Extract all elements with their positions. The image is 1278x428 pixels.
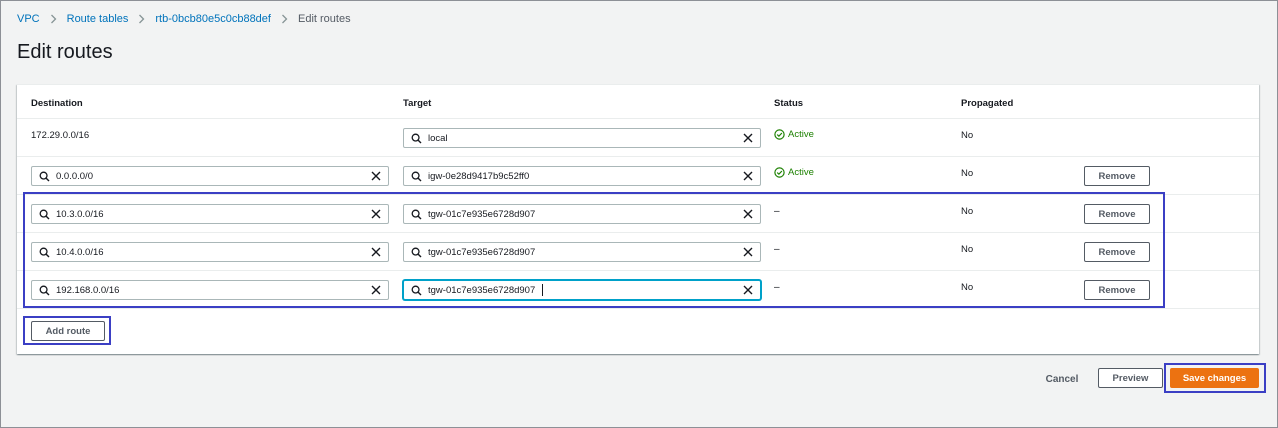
- add-route-button[interactable]: Add route: [31, 321, 105, 341]
- search-icon: [39, 171, 50, 182]
- target-input[interactable]: [422, 130, 743, 146]
- check-circle-icon: [774, 167, 785, 178]
- chevron-right-icon: [281, 14, 288, 24]
- target-field: [403, 242, 761, 262]
- destination-field: [31, 280, 389, 300]
- clear-icon[interactable]: [371, 171, 381, 181]
- chevron-right-icon: [50, 14, 57, 24]
- header-target: Target: [403, 98, 432, 109]
- clear-icon[interactable]: [743, 247, 753, 257]
- remove-button[interactable]: Remove: [1084, 166, 1150, 186]
- routes-panel: Destination Target Status Propagated 172…: [17, 84, 1259, 354]
- destination-field: [31, 166, 389, 186]
- target-field: [403, 280, 761, 300]
- search-icon: [411, 209, 422, 220]
- destination-input[interactable]: [50, 282, 371, 298]
- breadcrumb-vpc[interactable]: VPC: [17, 13, 40, 25]
- save-changes-button[interactable]: Save changes: [1170, 368, 1259, 388]
- text-cursor: [542, 284, 543, 296]
- target-field: [403, 204, 761, 224]
- propagated-text: No: [961, 244, 974, 255]
- destination-field: [31, 204, 389, 224]
- propagated-text: No: [961, 206, 974, 217]
- header-propagated: Propagated: [961, 98, 1014, 109]
- status-text: –: [774, 206, 780, 217]
- header-status: Status: [774, 98, 804, 109]
- route-row-tgw-3: – No Remove: [17, 270, 1259, 309]
- target-field: [403, 128, 761, 148]
- breadcrumb: VPC Route tables rtb-0bcb80e5c0cb88def E…: [17, 12, 351, 26]
- route-row-tgw-2: – No Remove: [17, 232, 1259, 271]
- target-field: [403, 166, 761, 186]
- clear-icon[interactable]: [371, 209, 381, 219]
- destination-input[interactable]: [50, 206, 371, 222]
- destination-field: [31, 242, 389, 262]
- propagated-text: No: [961, 130, 974, 141]
- search-icon: [39, 285, 50, 296]
- target-input[interactable]: [422, 282, 743, 298]
- clear-icon[interactable]: [371, 247, 381, 257]
- cancel-button[interactable]: Cancel: [1036, 369, 1088, 389]
- page-title: Edit routes: [17, 41, 113, 63]
- status-text: –: [774, 244, 780, 255]
- preview-button[interactable]: Preview: [1098, 368, 1163, 388]
- breadcrumb-current: Edit routes: [297, 13, 351, 25]
- target-input[interactable]: [422, 206, 743, 222]
- search-icon: [39, 247, 50, 258]
- status-active: Active: [774, 167, 814, 178]
- breadcrumb-route-tables[interactable]: Route tables: [67, 13, 129, 25]
- propagated-text: No: [961, 282, 974, 293]
- remove-button[interactable]: Remove: [1084, 280, 1150, 300]
- route-row-igw: Active No Remove: [17, 156, 1259, 195]
- breadcrumb-route-table-id[interactable]: rtb-0bcb80e5c0cb88def: [155, 13, 271, 25]
- status-text: –: [774, 282, 780, 293]
- clear-icon[interactable]: [743, 171, 753, 181]
- header-destination: Destination: [31, 98, 83, 109]
- clear-icon[interactable]: [371, 285, 381, 295]
- propagated-text: No: [961, 168, 974, 179]
- target-input[interactable]: [422, 168, 743, 184]
- target-input[interactable]: [422, 244, 743, 260]
- clear-icon[interactable]: [743, 209, 753, 219]
- search-icon: [39, 209, 50, 220]
- check-circle-icon: [774, 129, 785, 140]
- search-icon: [411, 171, 422, 182]
- search-icon: [411, 285, 422, 296]
- status-active: Active: [774, 129, 814, 140]
- search-icon: [411, 247, 422, 258]
- route-row-tgw-1: – No Remove: [17, 194, 1259, 233]
- table-header: Destination Target Status Propagated: [17, 85, 1259, 119]
- clear-icon[interactable]: [743, 133, 753, 143]
- destination-input[interactable]: [50, 244, 371, 260]
- status-text: Active: [788, 167, 814, 178]
- remove-button[interactable]: Remove: [1084, 242, 1150, 262]
- remove-button[interactable]: Remove: [1084, 204, 1150, 224]
- clear-icon[interactable]: [743, 285, 753, 295]
- search-icon: [411, 133, 422, 144]
- route-row-local: 172.29.0.0/16 Active No: [17, 118, 1259, 157]
- status-text: Active: [788, 129, 814, 140]
- destination-input[interactable]: [50, 168, 371, 184]
- destination-text: 172.29.0.0/16: [31, 130, 90, 141]
- chevron-right-icon: [138, 14, 145, 24]
